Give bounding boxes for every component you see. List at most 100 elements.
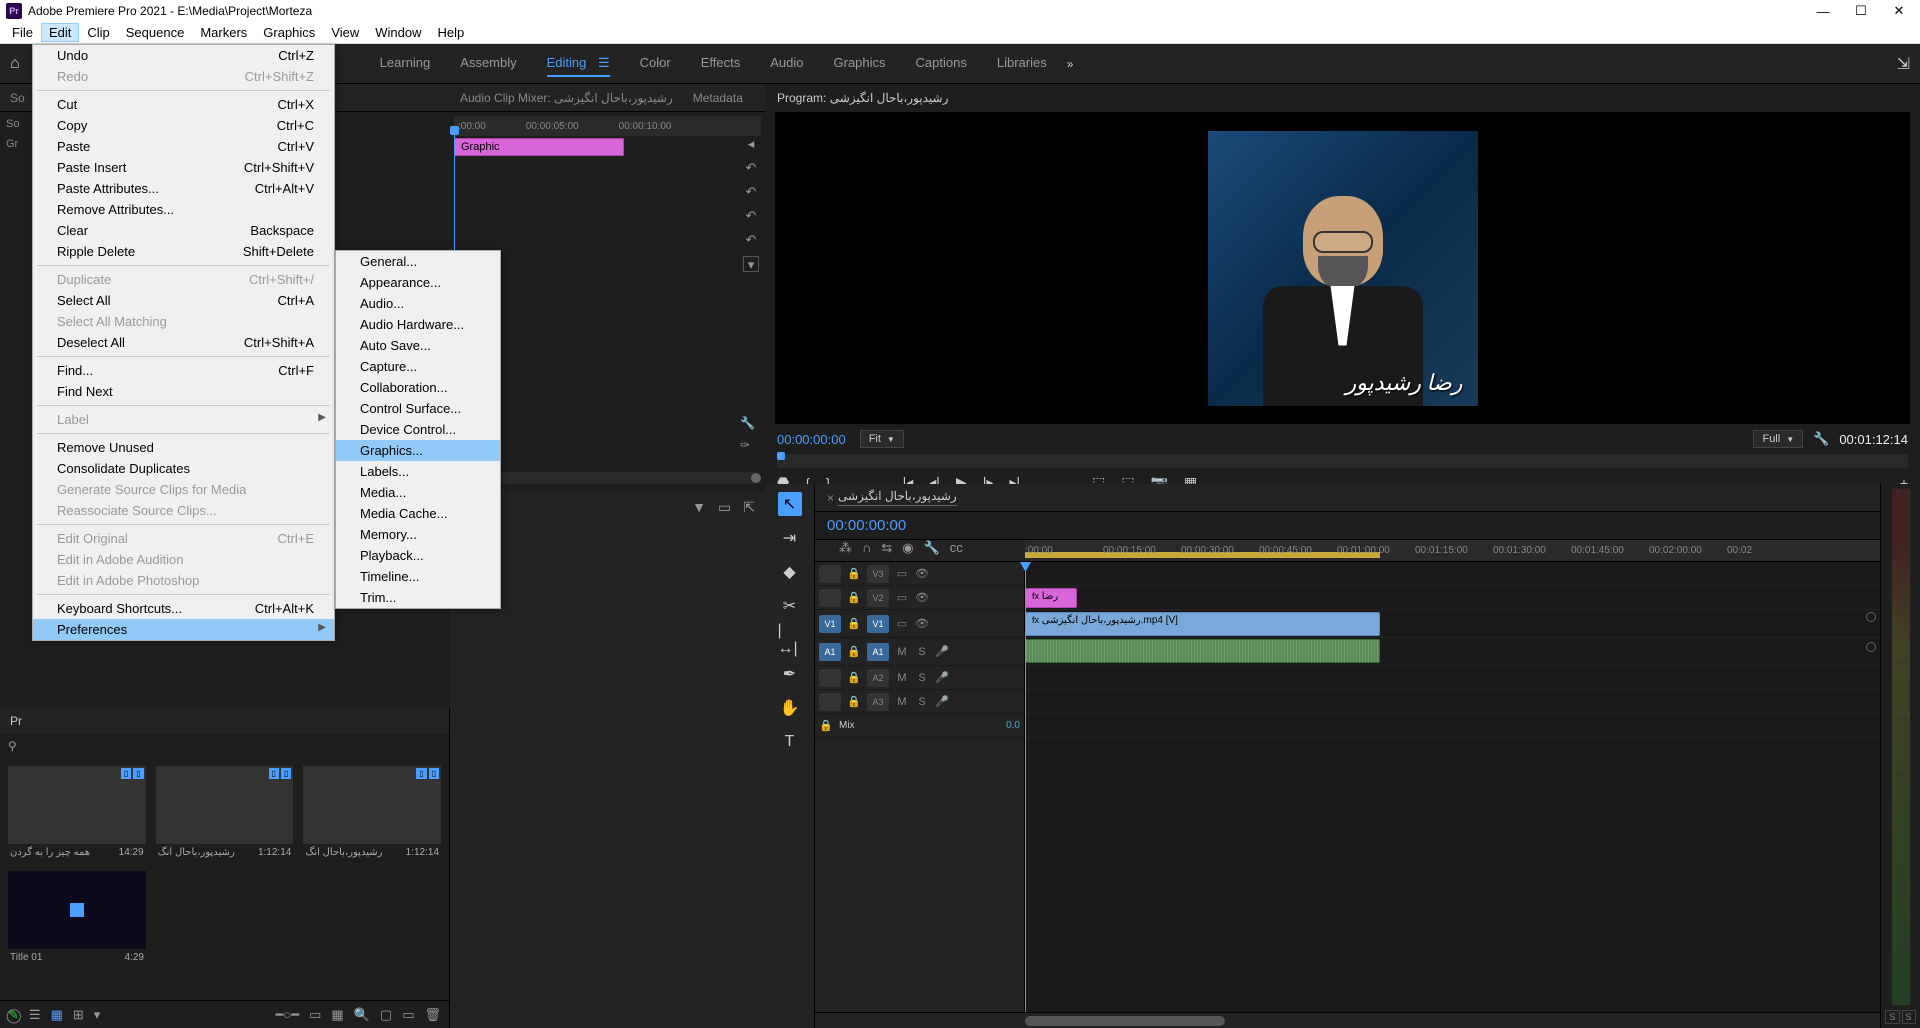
snap-icon[interactable]: ⁂ <box>839 540 852 556</box>
lock-icon[interactable]: 🔒 <box>847 671 861 684</box>
bin-thumbnail[interactable]: ▯▯ <box>303 766 441 844</box>
menu-clip[interactable]: Clip <box>79 23 117 42</box>
menu-item-ripple-delete[interactable]: Ripple DeleteShift+Delete <box>33 241 334 262</box>
mute-icon[interactable]: M <box>895 646 909 658</box>
lock-icon[interactable]: 🔒 <box>847 695 861 708</box>
pref-item-audio-hardware-[interactable]: Audio Hardware... <box>336 314 500 335</box>
timeline-ruler[interactable]: :00:0000:00:15:0000:00:30:0000:00:45:000… <box>1025 540 1880 561</box>
new-button-icon[interactable]: ▭ <box>402 1007 414 1023</box>
pref-item-memory-[interactable]: Memory... <box>336 524 500 545</box>
magnet-icon[interactable]: ∩ <box>862 540 871 556</box>
pref-item-capture-[interactable]: Capture... <box>336 356 500 377</box>
razor-tool-icon[interactable]: ✂ <box>778 594 802 618</box>
workspace-editing[interactable]: Editing ☰ <box>547 51 610 77</box>
pref-item-collaboration-[interactable]: Collaboration... <box>336 377 500 398</box>
menu-view[interactable]: View <box>323 23 367 42</box>
menu-item-reassociate-source-clips-[interactable]: Reassociate Source Clips... <box>33 500 334 521</box>
icon-view-icon[interactable]: ▦ <box>51 1007 63 1023</box>
solo-indicator[interactable]: S <box>1885 1010 1899 1024</box>
creative-cloud-icon[interactable]: ◯ <box>6 1007 22 1024</box>
undo-arrow-icon[interactable]: ↶ <box>743 184 759 200</box>
pref-item-audio-[interactable]: Audio... <box>336 293 500 314</box>
fx-icon[interactable]: ▭ <box>895 617 909 630</box>
solo-icon[interactable]: S <box>915 672 929 684</box>
lock-icon[interactable]: 🔒 <box>847 645 861 658</box>
menu-item-find-[interactable]: Find...Ctrl+F <box>33 360 334 381</box>
trash-icon[interactable]: 🗑 <box>424 1007 441 1023</box>
menu-item-consolidate-duplicates[interactable]: Consolidate Duplicates <box>33 458 334 479</box>
timeline-sequence-tab[interactable]: رشیدپور،باحال انگیزشی <box>838 489 957 506</box>
clip-audio[interactable] <box>1025 639 1380 663</box>
menu-item-preferences[interactable]: Preferences▶ <box>33 619 334 640</box>
menu-item-paste-insert[interactable]: Paste InsertCtrl+Shift+V <box>33 157 334 178</box>
program-viewer[interactable]: رضا رشیدپور <box>775 112 1910 424</box>
pref-item-playback-[interactable]: Playback... <box>336 545 500 566</box>
menu-edit[interactable]: Edit <box>41 23 79 42</box>
lock-icon[interactable]: 🔒 <box>847 591 861 604</box>
mic-icon[interactable]: 🎤 <box>935 671 949 684</box>
filter-icon[interactable]: ⚲ <box>8 739 17 753</box>
dropdown-caret-icon[interactable]: ▾ <box>743 256 759 272</box>
timeline-timecode[interactable]: 00:00:00:00 <box>827 517 906 534</box>
pref-item-auto-save-[interactable]: Auto Save... <box>336 335 500 356</box>
workspace-assembly[interactable]: Assembly <box>460 51 516 77</box>
close-button[interactable]: ✕ <box>1892 4 1906 18</box>
linked-selection-icon[interactable]: ⇆ <box>881 540 892 556</box>
wrench-icon[interactable]: 🔧 <box>740 416 755 430</box>
undo-arrow-icon[interactable]: ↶ <box>743 208 759 224</box>
undo-arrow-icon[interactable]: ↶ <box>743 232 759 248</box>
mini-ruler[interactable]: :00:00 00:00:05:00 00:00:10:00 <box>454 116 761 136</box>
workspace-overflow-icon[interactable]: » <box>1067 57 1074 71</box>
timeline-h-scrollbar[interactable] <box>815 1012 1880 1028</box>
project-tab-partial[interactable]: Pr <box>10 714 22 728</box>
track-header-v2[interactable]: 🔒V2▭👁 <box>815 586 1024 610</box>
program-scrubber[interactable] <box>777 454 1908 468</box>
fx-icon[interactable]: ▭ <box>895 567 909 580</box>
zoom-slider-icon[interactable]: ━○━ <box>276 1007 300 1023</box>
workspace-graphics[interactable]: Graphics <box>834 51 886 77</box>
mini-graphic-clip[interactable]: Graphic <box>454 138 624 156</box>
menu-item-paste[interactable]: PasteCtrl+V <box>33 136 334 157</box>
timeline-clips-area[interactable]: fx رضا fx رشیدپور،باحال انگیزشی.mp4 [V] <box>1025 562 1880 1012</box>
hand-tool-icon[interactable]: ✋ <box>778 696 802 720</box>
tab-audio-mixer[interactable]: Audio Clip Mixer: رشیدپور،باحال انگیزشی <box>460 91 673 105</box>
pref-item-general-[interactable]: General... <box>336 251 500 272</box>
workspace-audio[interactable]: Audio <box>770 51 803 77</box>
pref-item-control-surface-[interactable]: Control Surface... <box>336 398 500 419</box>
menu-item-deselect-all[interactable]: Deselect AllCtrl+Shift+A <box>33 332 334 353</box>
track-header-a2[interactable]: 🔒A2MS🎤 <box>815 666 1024 690</box>
export-icon[interactable]: ⇱ <box>743 499 755 516</box>
eye-icon[interactable]: 👁 <box>915 617 929 630</box>
mix-track-header[interactable]: 🔒Mix0.0 <box>815 714 1024 738</box>
marker-tool-icon[interactable]: ◉ <box>902 540 913 556</box>
keyframe-handle[interactable] <box>1866 612 1876 622</box>
menu-graphics[interactable]: Graphics <box>255 23 323 42</box>
new-item-icon[interactable]: ▦ <box>331 1007 343 1023</box>
menu-item-label[interactable]: Label▶ <box>33 409 334 430</box>
find-icon[interactable]: 🔍 <box>354 1007 370 1023</box>
mute-icon[interactable]: M <box>895 672 909 684</box>
clip-video[interactable]: fx رشیدپور،باحال انگیزشی.mp4 [V] <box>1025 612 1380 636</box>
menu-file[interactable]: File <box>4 23 41 42</box>
menu-item-undo[interactable]: UndoCtrl+Z <box>33 45 334 66</box>
menu-markers[interactable]: Markers <box>192 23 255 42</box>
workspace-effects[interactable]: Effects <box>701 51 741 77</box>
track-header-a3[interactable]: 🔒A3MS🎤 <box>815 690 1024 714</box>
timeline-playhead[interactable] <box>1025 562 1026 1012</box>
new-folder-icon[interactable]: ▢ <box>380 1007 392 1023</box>
pref-item-media-[interactable]: Media... <box>336 482 500 503</box>
eyedropper-icon[interactable]: ✑ <box>740 438 755 452</box>
export-icon[interactable]: ⇲ <box>1897 54 1910 74</box>
new-bin-icon[interactable]: ▭ <box>309 1007 321 1023</box>
type-tool-icon[interactable]: T <box>778 730 802 754</box>
bin-thumbnail[interactable]: ▯▯ <box>8 766 146 844</box>
home-icon[interactable]: ⌂ <box>10 55 20 73</box>
bin-item[interactable]: ▯▯رشیدپور،باحال انگ1:12:14 <box>303 766 441 861</box>
menu-item-remove-unused[interactable]: Remove Unused <box>33 437 334 458</box>
settings-icon[interactable]: 🔧 <box>924 540 940 556</box>
lock-icon[interactable]: 🔒 <box>847 617 861 630</box>
track-header-v3[interactable]: 🔒V3▭👁 <box>815 562 1024 586</box>
eye-icon[interactable]: 👁 <box>915 591 929 604</box>
bin-thumbnail[interactable] <box>8 871 146 949</box>
pen-tool-icon[interactable]: ✒ <box>778 662 802 686</box>
